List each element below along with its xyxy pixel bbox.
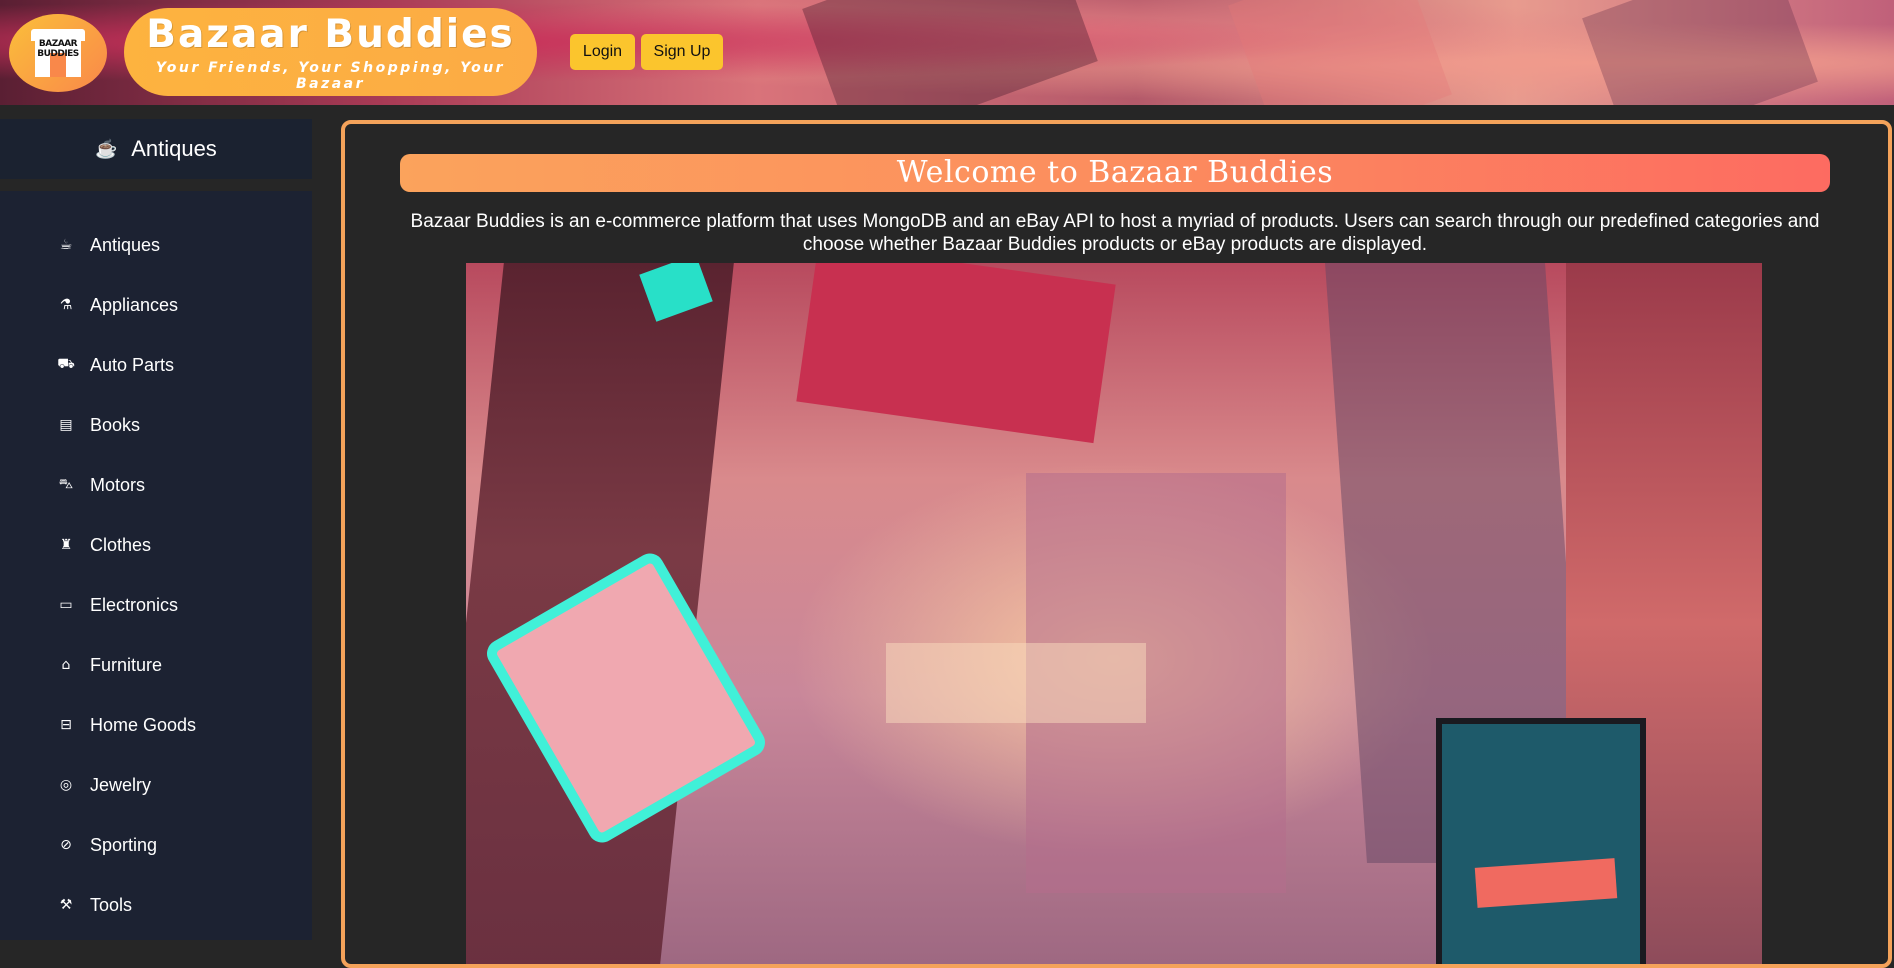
store-icon: BAZAAR BUDDIES xyxy=(31,29,85,77)
category-sidebar: ☕ Antiques ☕ Antiques ⚗ Appliances ⛟ Aut… xyxy=(0,119,312,940)
sidebar-item-label: Home Goods xyxy=(90,714,197,735)
brand-tagline: Your Friends, Your Shopping, Your Bazaar xyxy=(155,60,506,92)
welcome-panel: Welcome to Bazaar Buddies Bazaar Buddies… xyxy=(341,120,1892,968)
bed-icon: ⊟ xyxy=(60,717,72,733)
sidebar-item-label: Clothes xyxy=(90,534,152,555)
book-icon: ▤ xyxy=(59,417,73,433)
welcome-description: Bazaar Buddies is an e-commerce platform… xyxy=(410,211,1820,255)
welcome-title: Welcome to Bazaar Buddies xyxy=(400,154,1830,192)
mug-icon: ☕ xyxy=(95,139,118,159)
couch-icon: ⌂ xyxy=(61,657,71,673)
watch-icon: ◎ xyxy=(59,777,73,793)
hammer-icon: ⚒ xyxy=(59,897,73,913)
brand-title: Bazaar Buddies xyxy=(146,12,515,57)
sidebar-item-label: Books xyxy=(90,414,141,435)
sidebar-item-tools[interactable]: ⚒ Tools xyxy=(0,875,312,935)
hero-image xyxy=(466,263,1762,964)
football-icon: ⊘ xyxy=(60,837,72,853)
blender-icon: ⚗ xyxy=(59,297,73,313)
sidebar-item-label: Furniture xyxy=(90,654,163,675)
bus-icon: ⛟ xyxy=(57,356,75,372)
shirt-icon: ♜ xyxy=(59,537,73,553)
monitor-icon: ▭ xyxy=(59,597,73,613)
sidebar-item-appliances[interactable]: ⚗ Appliances xyxy=(0,275,312,335)
sidebar-item-jewelry[interactable]: ◎ Jewelry xyxy=(0,755,312,815)
logo-text: BAZAAR BUDDIES xyxy=(37,39,79,59)
sidebar-item-auto-parts[interactable]: ⛟ Auto Parts xyxy=(0,335,312,395)
sidebar-item-motors[interactable]: ⛍ Motors xyxy=(0,455,312,515)
sidebar-heading[interactable]: ☕ Antiques xyxy=(0,119,312,191)
sidebar-item-antiques[interactable]: ☕ Antiques xyxy=(0,215,312,275)
header-banner: BAZAAR BUDDIES Bazaar Buddies Your Frien… xyxy=(0,0,1894,105)
sidebar-item-clothes[interactable]: ♜ Clothes xyxy=(0,515,312,575)
sidebar-item-label: Auto Parts xyxy=(90,354,175,375)
sidebar-item-sporting[interactable]: ⊘ Sporting xyxy=(0,815,312,875)
car-icon: ⛍ xyxy=(58,476,74,492)
sidebar-item-books[interactable]: ▤ Books xyxy=(0,395,312,455)
mug-icon: ☕ xyxy=(59,237,73,253)
sidebar-item-label: Jewelry xyxy=(90,774,152,795)
sidebar-item-label: Motors xyxy=(90,474,146,495)
logo[interactable]: BAZAAR BUDDIES xyxy=(9,14,107,92)
sidebar-item-label: Tools xyxy=(90,894,133,915)
sidebar-item-electronics[interactable]: ▭ Electronics xyxy=(0,575,312,635)
sidebar-item-label: Sporting xyxy=(90,834,158,855)
signup-button[interactable]: Sign Up xyxy=(641,34,723,70)
sidebar-item-furniture[interactable]: ⌂ Furniture xyxy=(0,635,312,695)
sidebar-item-label: Antiques xyxy=(90,234,161,255)
login-button[interactable]: Login xyxy=(570,34,635,70)
category-list: ☕ Antiques ⚗ Appliances ⛟ Auto Parts ▤ B… xyxy=(0,215,312,935)
sidebar-heading-label: Antiques xyxy=(131,136,217,161)
sidebar-item-label: Appliances xyxy=(90,294,179,315)
sidebar-item-label: Electronics xyxy=(90,594,179,615)
brand-banner: Bazaar Buddies Your Friends, Your Shoppi… xyxy=(124,8,537,96)
sidebar-item-home-goods[interactable]: ⊟ Home Goods xyxy=(0,695,312,755)
